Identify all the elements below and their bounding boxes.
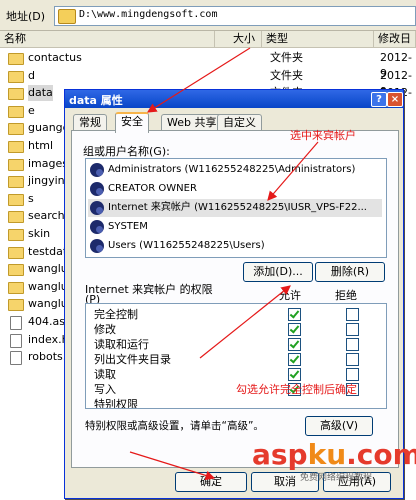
arrow-to-size-header	[146, 47, 251, 113]
arrow-to-ok	[129, 451, 216, 481]
watermark-logo: aspku.com	[252, 438, 416, 471]
annotation-arrows	[129, 47, 319, 481]
tab-security[interactable]: 安全	[115, 112, 149, 133]
watermark-subtitle: 免费网络编程教程	[300, 473, 373, 483]
arrow-to-full-control	[199, 285, 291, 359]
arrow-to-guest-user	[267, 141, 319, 201]
